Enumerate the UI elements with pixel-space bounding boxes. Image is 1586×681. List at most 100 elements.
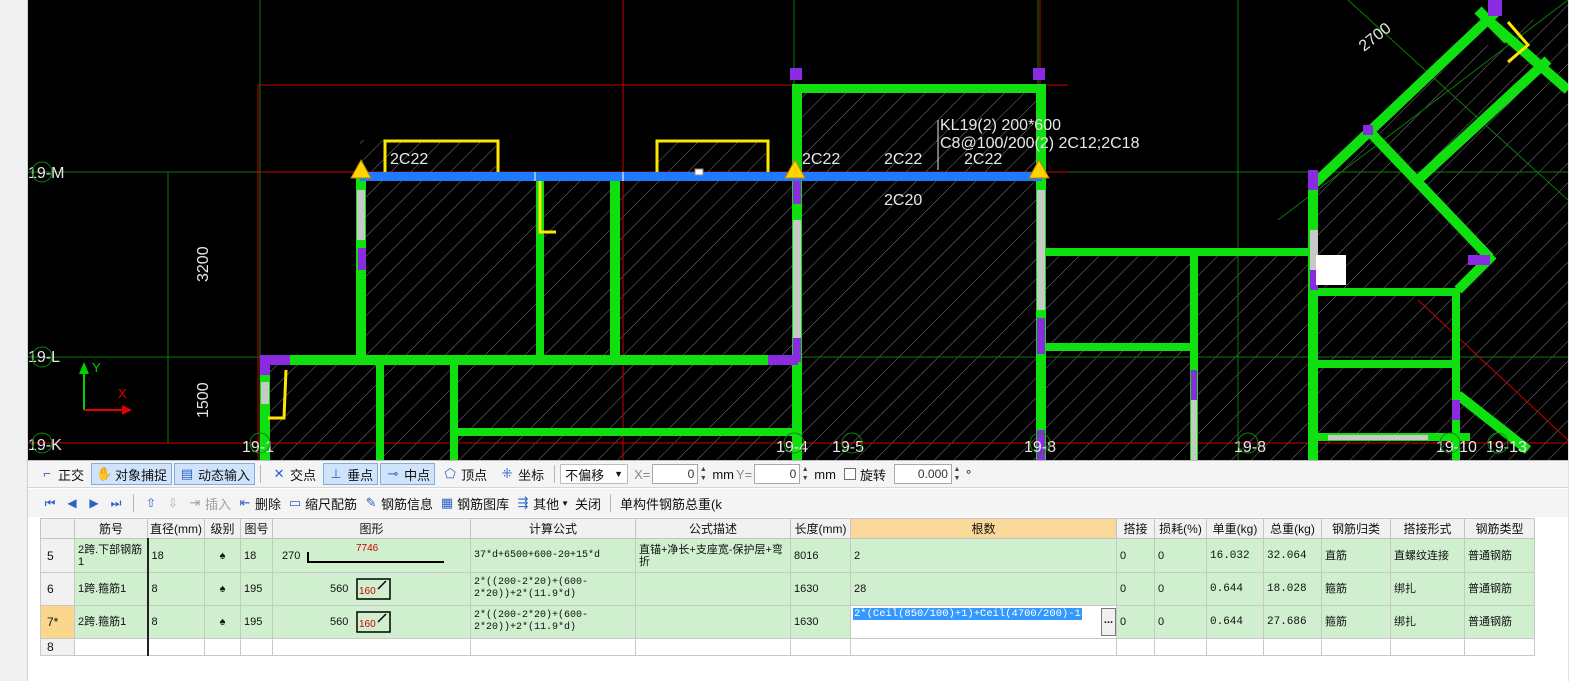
row-number[interactable]: 6 bbox=[40, 572, 75, 606]
fig-no-cell[interactable]: 195 bbox=[240, 605, 273, 639]
col-header-bar-type[interactable]: 钢筋类型 bbox=[1464, 518, 1535, 539]
grade-cell[interactable]: ♠ bbox=[204, 605, 241, 639]
col-header-category[interactable]: 钢筋归类 bbox=[1321, 518, 1391, 539]
lap-type-cell[interactable]: 绑扎 bbox=[1390, 605, 1465, 639]
empty-cell[interactable] bbox=[470, 638, 636, 656]
empty-cell[interactable] bbox=[1464, 638, 1535, 656]
col-header-count[interactable]: 根数 bbox=[850, 518, 1117, 539]
empty-cell[interactable] bbox=[1154, 638, 1207, 656]
other-menu-button[interactable]: ⇶ 其他 ▼ bbox=[515, 494, 569, 513]
x-spin-arrows[interactable]: ▲ ▼ bbox=[698, 465, 708, 483]
col-header-formula-desc[interactable]: 公式描述 bbox=[635, 518, 791, 539]
row-number[interactable]: 7* bbox=[40, 605, 75, 639]
col-header-shape[interactable]: 图形 bbox=[272, 518, 471, 539]
lap-cell[interactable]: 0 bbox=[1116, 538, 1155, 573]
loss-cell[interactable]: 0 bbox=[1154, 572, 1207, 606]
formula-desc-cell[interactable] bbox=[635, 605, 791, 639]
table-row[interactable]: 5 2跨.下部钢筋1 18 ♠ 18 270 7746 37*d+6500+60… bbox=[40, 538, 1535, 573]
loss-cell[interactable]: 0 bbox=[1154, 605, 1207, 639]
y-coordinate-input[interactable]: 0 ▲ ▼ bbox=[754, 464, 809, 484]
unit-weight-cell[interactable]: 0.644 bbox=[1206, 605, 1264, 639]
move-up-icon[interactable]: ⇧ bbox=[143, 496, 159, 510]
total-weight-cell[interactable]: 27.686 bbox=[1263, 605, 1322, 639]
table-row[interactable]: 7* 2跨.箍筋1 8 ♠ 195 560 160 2*((200-2*20)+ bbox=[40, 605, 1535, 639]
move-down-icon[interactable]: ⇩ bbox=[165, 496, 181, 510]
col-header-lap-type[interactable]: 搭接形式 bbox=[1390, 518, 1465, 539]
empty-cell[interactable] bbox=[272, 638, 471, 656]
unit-weight-cell[interactable]: 16.032 bbox=[1206, 538, 1264, 573]
total-weight-cell[interactable]: 32.064 bbox=[1263, 538, 1322, 573]
length-cell[interactable]: 1630 bbox=[790, 605, 851, 639]
y-spin-arrows[interactable]: ▲ ▼ bbox=[800, 465, 810, 483]
fig-no-cell[interactable]: 18 bbox=[240, 538, 273, 573]
total-weight-button[interactable]: 单构件钢筋总重(k bbox=[620, 494, 722, 513]
col-header-fig-no[interactable]: 图号 bbox=[240, 518, 273, 539]
lap-type-cell[interactable]: 绑扎 bbox=[1390, 572, 1465, 606]
table-row[interactable]: 6 1跨.箍筋1 8 ♠ 195 560 160 2*((200-2*20)+( bbox=[40, 572, 1535, 606]
category-cell[interactable]: 箍筋 bbox=[1321, 605, 1391, 639]
rebar-library-button[interactable]: ▦ 钢筋图库 bbox=[439, 494, 509, 513]
shape-cell[interactable]: 560 160 bbox=[272, 605, 471, 639]
col-header-diameter[interactable]: 直径(mm) bbox=[147, 518, 205, 539]
empty-cell[interactable] bbox=[635, 638, 791, 656]
next-record-icon[interactable]: ▶ bbox=[86, 496, 102, 510]
dynamic-input-button[interactable]: ▤ 动态输入 bbox=[174, 463, 256, 485]
prev-record-icon[interactable]: ◀ bbox=[64, 496, 80, 510]
rotate-checkbox[interactable] bbox=[843, 468, 856, 480]
col-header-grade[interactable]: 级别 bbox=[204, 518, 241, 539]
empty-cell[interactable] bbox=[1263, 638, 1322, 656]
diameter-cell[interactable]: 18 bbox=[146, 538, 205, 573]
rotate-spin-arrows[interactable]: ▲ ▼ bbox=[952, 465, 962, 483]
grade-cell[interactable]: ♠ bbox=[204, 572, 241, 606]
col-header-lap[interactable]: 搭接 bbox=[1116, 518, 1155, 539]
col-header-formula[interactable]: 计算公式 bbox=[470, 518, 636, 539]
unit-weight-cell[interactable]: 0.644 bbox=[1206, 572, 1264, 606]
bar-name-cell[interactable]: 2跨.箍筋1 bbox=[74, 605, 148, 639]
count-cell[interactable]: 28 bbox=[850, 572, 1117, 606]
grade-cell[interactable]: ♠ bbox=[204, 538, 241, 573]
count-editor[interactable]: 2*(Ceil(850/100)+1)+Ceil(4700/200)-1 ... bbox=[853, 607, 1116, 637]
formula-cell[interactable]: 2*((200-2*20)+(600-2*20))+2*(11.9*d) bbox=[470, 605, 636, 639]
total-weight-cell[interactable]: 18.028 bbox=[1263, 572, 1322, 606]
formula-desc-cell[interactable] bbox=[635, 572, 791, 606]
empty-cell[interactable] bbox=[74, 638, 148, 656]
formula-desc-cell[interactable]: 直锚+净长+支座宽-保护层+弯折 bbox=[635, 538, 791, 573]
offset-mode-select[interactable]: 不偏移 ▼ bbox=[560, 464, 629, 484]
rotate-input[interactable]: 0.000 ▲ ▼ bbox=[893, 464, 960, 484]
perpendicular-snap-button[interactable]: ⊥ 垂点 bbox=[323, 463, 379, 485]
count-cell[interactable]: 2 bbox=[850, 538, 1117, 573]
col-header-loss[interactable]: 损耗(%) bbox=[1154, 518, 1207, 539]
bar-type-cell[interactable]: 普通钢筋 bbox=[1464, 538, 1535, 573]
object-snap-button[interactable]: ✋ 对象捕捉 bbox=[91, 463, 173, 485]
bar-name-cell[interactable]: 2跨.下部钢筋1 bbox=[74, 538, 148, 573]
close-button[interactable]: 关闭 bbox=[575, 494, 601, 513]
empty-cell[interactable] bbox=[204, 638, 241, 656]
diameter-cell[interactable]: 8 bbox=[146, 605, 205, 639]
length-cell[interactable]: 1630 bbox=[790, 572, 851, 606]
col-header-bar-no[interactable]: 筋号 bbox=[74, 518, 148, 539]
ortho-button[interactable]: ⌐ 正交 bbox=[34, 463, 89, 485]
col-header-total-weight[interactable]: 总重(kg) bbox=[1263, 518, 1322, 539]
x-coordinate-input[interactable]: 0 ▲ ▼ bbox=[652, 464, 707, 484]
bar-name-cell[interactable]: 1跨.箍筋1 bbox=[74, 572, 148, 606]
coordinate-snap-button[interactable]: ⁜ 坐标 bbox=[494, 463, 549, 485]
count-cell-editing[interactable]: 2*(Ceil(850/100)+1)+Ceil(4700/200)-1 ... bbox=[850, 605, 1117, 639]
loss-cell[interactable]: 0 bbox=[1154, 538, 1207, 573]
empty-cell[interactable] bbox=[790, 638, 851, 656]
empty-cell[interactable] bbox=[146, 638, 205, 656]
row-number[interactable]: 8 bbox=[40, 638, 75, 656]
empty-cell[interactable] bbox=[850, 638, 1117, 656]
length-cell[interactable]: 8016 bbox=[790, 538, 851, 573]
bar-type-cell[interactable]: 普通钢筋 bbox=[1464, 605, 1535, 639]
bar-type-cell[interactable]: 普通钢筋 bbox=[1464, 572, 1535, 606]
formula-cell[interactable]: 37*d+6500+600-20+15*d bbox=[470, 538, 636, 573]
rebar-info-button[interactable]: ✎ 钢筋信息 bbox=[363, 494, 433, 513]
shape-cell[interactable]: 560 160 bbox=[272, 572, 471, 606]
intersection-snap-button[interactable]: ✕ 交点 bbox=[266, 463, 321, 485]
empty-cell[interactable] bbox=[240, 638, 273, 656]
empty-cell[interactable] bbox=[1206, 638, 1264, 656]
empty-cell[interactable] bbox=[1321, 638, 1391, 656]
diameter-cell[interactable]: 8 bbox=[146, 572, 205, 606]
category-cell[interactable]: 直筋 bbox=[1321, 538, 1391, 573]
lap-type-cell[interactable]: 直螺纹连接 bbox=[1390, 538, 1465, 573]
